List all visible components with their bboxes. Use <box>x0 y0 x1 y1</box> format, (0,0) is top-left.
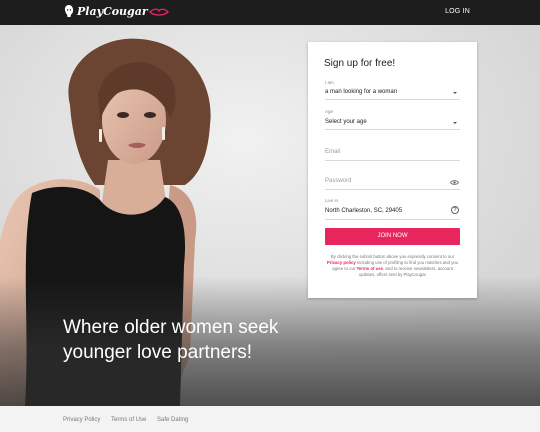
footer-safe-dating-link[interactable]: Safe Dating <box>157 417 188 423</box>
email-field[interactable]: Email <box>325 146 460 161</box>
cougar-head-icon <box>64 5 74 17</box>
age-select[interactable]: Age Select your age <box>325 109 460 130</box>
chevron-down-icon <box>453 92 457 94</box>
location-field[interactable]: Live in North Charleston, SC, 29405 ? <box>325 198 460 220</box>
consent-text: By clicking the submit button above you … <box>325 254 460 278</box>
footer-terms-of-use-link[interactable]: Terms of Use <box>111 417 146 423</box>
age-label: Age <box>325 109 334 114</box>
email-placeholder: Email <box>325 149 341 155</box>
logo-text: PlayCougar <box>77 5 148 18</box>
age-value: Select your age <box>325 119 367 125</box>
footer-privacy-policy-link[interactable]: Privacy Policy <box>63 417 100 423</box>
top-bar: PlayCougar LOG IN <box>0 0 540 25</box>
tagline-line-1: Where older women seek <box>63 317 279 338</box>
terms-of-use-link[interactable]: Terms of use <box>357 266 383 271</box>
chevron-down-icon <box>453 122 457 124</box>
signup-title: Sign up for free! <box>324 58 396 69</box>
hero-tagline: Where older women seek younger love part… <box>63 315 323 365</box>
footer: Privacy Policy Terms of Use Safe Dating <box>0 406 540 432</box>
tagline-line-2: younger love partners! <box>63 342 253 363</box>
help-icon[interactable]: ? <box>451 206 459 214</box>
logo[interactable]: PlayCougar <box>63 4 169 19</box>
privacy-policy-link[interactable]: Privacy policy <box>327 260 356 265</box>
lips-icon <box>148 8 169 16</box>
location-label: Live in <box>325 198 339 203</box>
gender-label: I am <box>325 80 334 85</box>
login-button[interactable]: LOG IN <box>445 8 470 15</box>
gender-select[interactable]: I am a man looking for a woman <box>325 80 460 100</box>
eye-icon[interactable] <box>450 179 459 186</box>
signup-card: Sign up for free! I am a man looking for… <box>308 42 477 298</box>
consent-part-1: By clicking the submit button above you … <box>330 254 455 259</box>
password-field[interactable]: Password <box>325 175 460 190</box>
location-value: North Charleston, SC, 29405 <box>325 208 403 214</box>
join-now-button[interactable]: JOIN NOW <box>325 228 460 245</box>
gender-value: a man looking for a woman <box>325 89 398 95</box>
password-placeholder: Password <box>325 178 352 184</box>
